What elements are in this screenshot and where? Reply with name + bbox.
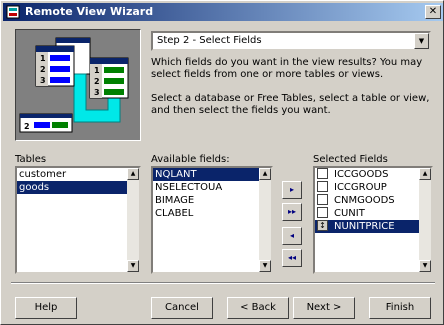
wizard-icon	[6, 5, 20, 19]
cancel-button[interactable]: Cancel	[151, 297, 213, 319]
checkbox-icon[interactable]	[317, 168, 328, 179]
scroll-up-icon[interactable]: ▲	[259, 168, 271, 180]
scrollbar[interactable]: ▲ ▼	[259, 168, 271, 272]
back-button[interactable]: < Back	[227, 297, 289, 319]
list-item-label: NUNITPRICE	[334, 221, 395, 232]
illustration-row-2: 2	[40, 65, 46, 74]
list-item[interactable]: ICCGOODS	[315, 168, 431, 181]
svg-text:1: 1	[94, 66, 100, 75]
list-item-label: ICCGOODS	[334, 169, 389, 180]
selected-fields-listbox[interactable]: ICCGOODS ICCGROUP CNMGOODS CUNIT ↕ NUNITP…	[313, 166, 433, 274]
remove-field-button[interactable]: ◂	[282, 227, 302, 245]
list-item[interactable]: CLABEL	[153, 207, 271, 220]
list-item-label: CNMGOODS	[334, 195, 395, 206]
window-title: Remote View Wizard	[25, 5, 154, 18]
chevron-down-icon[interactable]: ▼	[414, 33, 429, 49]
list-item-label: ICCGROUP	[334, 182, 387, 193]
tables-label: Tables	[15, 154, 47, 165]
wizard-illustration: 1 2 3 1 2 3 2	[15, 29, 141, 141]
scrollbar[interactable]: ▲ ▼	[419, 168, 431, 272]
scroll-up-icon[interactable]: ▲	[127, 168, 139, 180]
tables-listbox[interactable]: customer goods ▲ ▼	[15, 166, 141, 274]
checkbox-icon[interactable]	[317, 206, 328, 218]
available-fields-listbox[interactable]: NQLANT NSELECTOUA BIMAGE CLABEL ▲ ▼	[151, 166, 273, 274]
list-item[interactable]: customer	[17, 168, 139, 181]
info-text-2: Select a database or Free Tables, select…	[151, 93, 430, 116]
step-dropdown-value: Step 2 - Select Fields	[157, 35, 262, 46]
checkbox-icon[interactable]	[317, 193, 328, 205]
separator	[11, 282, 435, 284]
info-text-1: Which fields do you want in the view res…	[151, 57, 423, 80]
finish-button[interactable]: Finish	[369, 297, 431, 319]
close-button[interactable]: ✕	[425, 5, 441, 19]
selected-fields-label: Selected Fields	[313, 154, 388, 165]
illustration-row-3: 3	[40, 76, 46, 85]
list-item-label: CUNIT	[334, 208, 365, 219]
remove-all-fields-button[interactable]: ◂◂	[282, 249, 302, 267]
scrollbar[interactable]: ▲ ▼	[127, 168, 139, 272]
list-item[interactable]: BIMAGE	[153, 194, 271, 207]
list-item[interactable]: NSELECTOUA	[153, 181, 271, 194]
available-fields-label: Available fields:	[151, 154, 230, 165]
illustration-row-1: 1	[40, 54, 46, 63]
list-item[interactable]: CNMGOODS	[315, 193, 431, 207]
svg-text:2: 2	[94, 77, 100, 86]
list-item[interactable]: ICCGROUP	[315, 180, 431, 194]
add-field-button[interactable]: ▸	[282, 181, 302, 199]
scroll-up-icon[interactable]: ▲	[419, 168, 431, 180]
checkbox-icon[interactable]	[317, 180, 328, 192]
list-item[interactable]: NQLANT	[153, 168, 271, 181]
move-handle-icon[interactable]: ↕	[317, 219, 328, 231]
wizard-window: Remote View Wizard ✕ 1 2 3 1 2 3 2 Step …	[0, 0, 444, 325]
svg-text:3: 3	[94, 88, 100, 97]
scroll-down-icon[interactable]: ▼	[127, 260, 139, 272]
add-all-fields-button[interactable]: ▸▸	[282, 203, 302, 221]
list-item[interactable]: ↕ NUNITPRICE	[315, 219, 431, 233]
scroll-down-icon[interactable]: ▼	[419, 260, 431, 272]
next-button[interactable]: Next >	[293, 297, 355, 319]
tables-diagram-icon: 1 2 3 1 2 3 2	[19, 37, 129, 133]
help-button[interactable]: Help	[15, 297, 77, 319]
scroll-down-icon[interactable]: ▼	[259, 260, 271, 272]
step-dropdown[interactable]: Step 2 - Select Fields ▼	[151, 31, 431, 51]
title-bar[interactable]: Remote View Wizard ✕	[3, 3, 443, 21]
list-item[interactable]: CUNIT	[315, 206, 431, 220]
illustration-bottom-row: 2	[24, 122, 30, 131]
list-item[interactable]: goods	[17, 181, 139, 194]
